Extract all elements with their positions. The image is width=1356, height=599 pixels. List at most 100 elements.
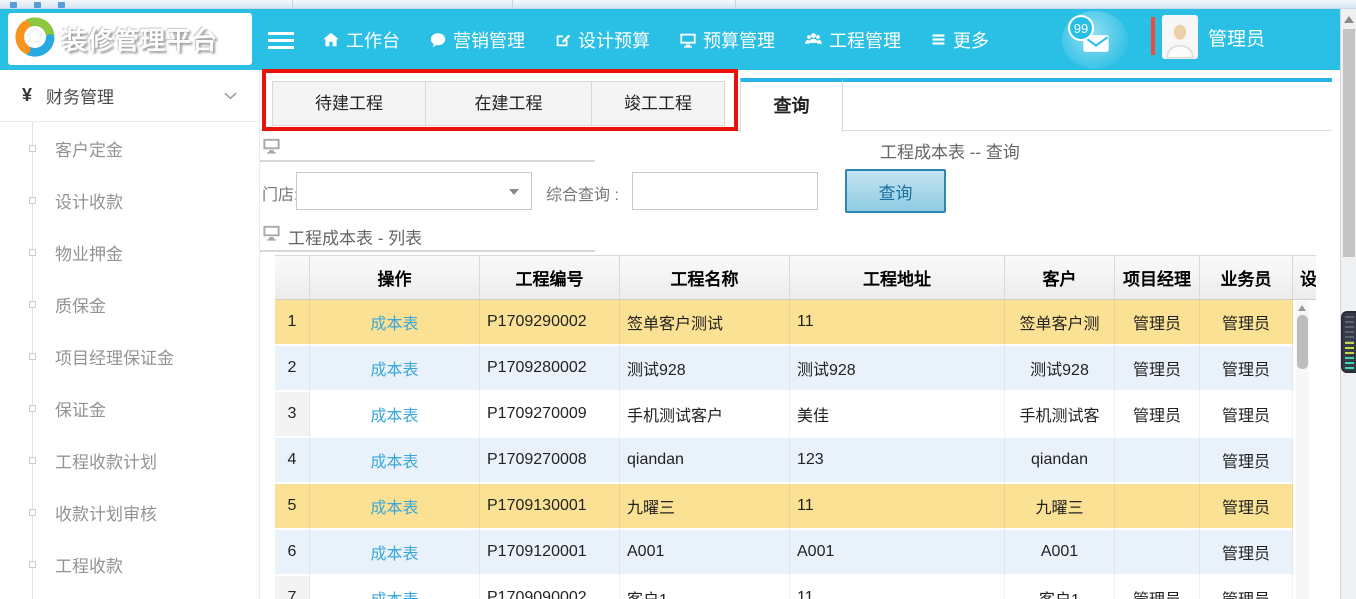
users-icon (804, 30, 823, 49)
sidebar-item-label: 保证金 (55, 396, 106, 421)
cost-table-link[interactable]: 成本表 (310, 438, 480, 484)
sidebar-item-label: 收款计划审核 (55, 500, 157, 525)
table-cell: P1709280002 (480, 346, 620, 392)
scroll-up-icon[interactable] (1298, 305, 1306, 311)
cost-table-link[interactable]: 成本表 (310, 392, 480, 438)
sidebar-item-label: 项目经理保证金 (55, 344, 174, 369)
query-label: 综合查询 : (546, 181, 619, 205)
nav-item-label: 工程管理 (829, 27, 901, 53)
nav-item-2[interactable]: 营销管理 (429, 27, 525, 53)
sidebar-item-9[interactable]: 工程收款 (0, 538, 259, 590)
cost-table-link[interactable]: 成本表 (310, 530, 480, 576)
table-cell (1115, 438, 1200, 484)
table-cell: 11 (790, 484, 1005, 530)
table-cell: 11 (790, 300, 1005, 346)
column-header: 工程编号 (480, 256, 620, 299)
bullet-icon (29, 145, 36, 152)
sidebar-item-3[interactable]: 物业押金 (0, 226, 259, 278)
tab-2[interactable]: 在建工程 (425, 81, 592, 126)
app-logo[interactable]: 装修管理平台 (8, 13, 252, 65)
notification-bubble[interactable]: 99 (1062, 11, 1128, 69)
browser-chrome-strip (0, 0, 1356, 9)
bullet-icon (29, 509, 36, 516)
logo-text: 装修管理平台 (62, 21, 218, 57)
table-cell: 7 (275, 576, 310, 599)
sidebar: ¥ 财务管理 客户定金设计收款物业押金质保金项目经理保证金保证金工程收款计划收款… (0, 70, 260, 599)
sidebar-item-2[interactable]: 设计收款 (0, 174, 259, 226)
nav-item-label: 更多 (953, 27, 989, 53)
nav-item-5[interactable]: 工程管理 (804, 27, 901, 53)
tab-bar: 待建工程在建工程竣工工程查询 (260, 69, 1332, 133)
table-cell: P1709270008 (480, 438, 620, 484)
user-divider (1151, 17, 1155, 55)
chat-icon (429, 31, 447, 49)
nav-item-1[interactable]: 工作台 (322, 27, 400, 53)
table-cell: A001 (790, 530, 1005, 576)
table-cell: 手机测试客 (1005, 392, 1115, 438)
logo-ring-icon (14, 16, 56, 63)
store-select[interactable] (296, 172, 532, 210)
bullet-icon (29, 561, 36, 568)
table-row: 7成本表P1709090002客户111客户1管理员管理员 (275, 576, 1316, 599)
page-scrollbar[interactable] (1340, 9, 1356, 599)
table-cell: P1709090002 (480, 576, 620, 599)
nav-item-6[interactable]: 更多 (930, 27, 989, 53)
sidebar-item-7[interactable]: 工程收款计划 (0, 434, 259, 486)
sidebar-item-label: 物业押金 (55, 240, 123, 265)
cost-table-link[interactable]: 成本表 (310, 346, 480, 392)
browser-tab-divider (292, 0, 293, 9)
table-row: 3成本表P1709270009手机测试客户美佳手机测试客管理员管理员 (275, 392, 1316, 438)
cost-table-link[interactable]: 成本表 (310, 300, 480, 346)
sidebar-item-8[interactable]: 收款计划审核 (0, 486, 259, 538)
table-cell: 美佳 (790, 392, 1005, 438)
tab-1[interactable]: 待建工程 (272, 81, 426, 126)
column-header: 工程地址 (790, 256, 1005, 299)
nav-item-label: 设计预算 (578, 27, 650, 53)
tab-4[interactable]: 查询 (740, 78, 843, 132)
sidebar-group-finance[interactable]: ¥ 财务管理 (0, 70, 259, 122)
app-root: 装修管理平台 工作台 营销管理 设计预算 预算管理 工程管理 更多 99 管理员 ¥ 财务… (0, 0, 1356, 599)
table-cell: 管理员 (1200, 576, 1293, 599)
bullet-icon (29, 353, 36, 360)
monitor-icon (262, 223, 281, 247)
avatar[interactable] (1162, 15, 1198, 59)
cost-table-link[interactable]: 成本表 (310, 484, 480, 530)
search-button[interactable]: 查询 (845, 169, 946, 213)
sidebar-item-1[interactable]: 客户定金 (0, 122, 259, 174)
hamburger-menu-icon[interactable] (268, 32, 294, 49)
scroll-up-icon[interactable] (1344, 16, 1354, 23)
nav-item-4[interactable]: 预算管理 (679, 27, 775, 53)
table-cell: 管理员 (1200, 530, 1293, 576)
table-cell: 管理员 (1200, 438, 1293, 484)
table-cell: 管理员 (1200, 346, 1293, 392)
section-divider (260, 250, 595, 252)
query-input[interactable] (632, 172, 818, 210)
table-cell: 九曜三 (1005, 484, 1115, 530)
sidebar-item-label: 质保金 (55, 292, 106, 317)
tab-3[interactable]: 竣工工程 (591, 81, 725, 126)
nav-item-label: 预算管理 (703, 27, 775, 53)
table-header-row: 操作工程编号工程名称工程地址客户项目经理业务员设 (275, 255, 1316, 300)
table-cell: 3 (275, 392, 310, 438)
table-row: 5成本表P1709130001九曜三11九曜三管理员 (275, 484, 1316, 530)
sidebar-item-6[interactable]: 保证金 (0, 382, 259, 434)
sidebar-item-4[interactable]: 质保金 (0, 278, 259, 330)
more-icon (930, 31, 947, 48)
table-scrollbar[interactable] (1296, 301, 1309, 599)
table-cell: 1 (275, 300, 310, 346)
sidebar-item-5[interactable]: 项目经理保证金 (0, 330, 259, 382)
table-cell: 11 (790, 576, 1005, 599)
bullet-icon (29, 197, 36, 204)
cost-table-link[interactable]: 成本表 (310, 576, 480, 599)
nav-item-label: 工作台 (346, 27, 400, 53)
nav-item-3[interactable]: 设计预算 (554, 27, 650, 53)
bullet-icon (29, 405, 36, 412)
yen-icon: ¥ (22, 85, 32, 106)
table-cell: 测试928 (790, 346, 1005, 392)
table-row: 6成本表P1709120001A001A001A001管理员 (275, 530, 1316, 576)
page-scrollbar-thumb[interactable] (1343, 29, 1355, 257)
table-cell: 管理员 (1200, 484, 1293, 530)
browser-tab-divider (735, 0, 736, 9)
table-scrollbar-thumb[interactable] (1297, 315, 1308, 369)
monitor-icon (262, 136, 281, 160)
